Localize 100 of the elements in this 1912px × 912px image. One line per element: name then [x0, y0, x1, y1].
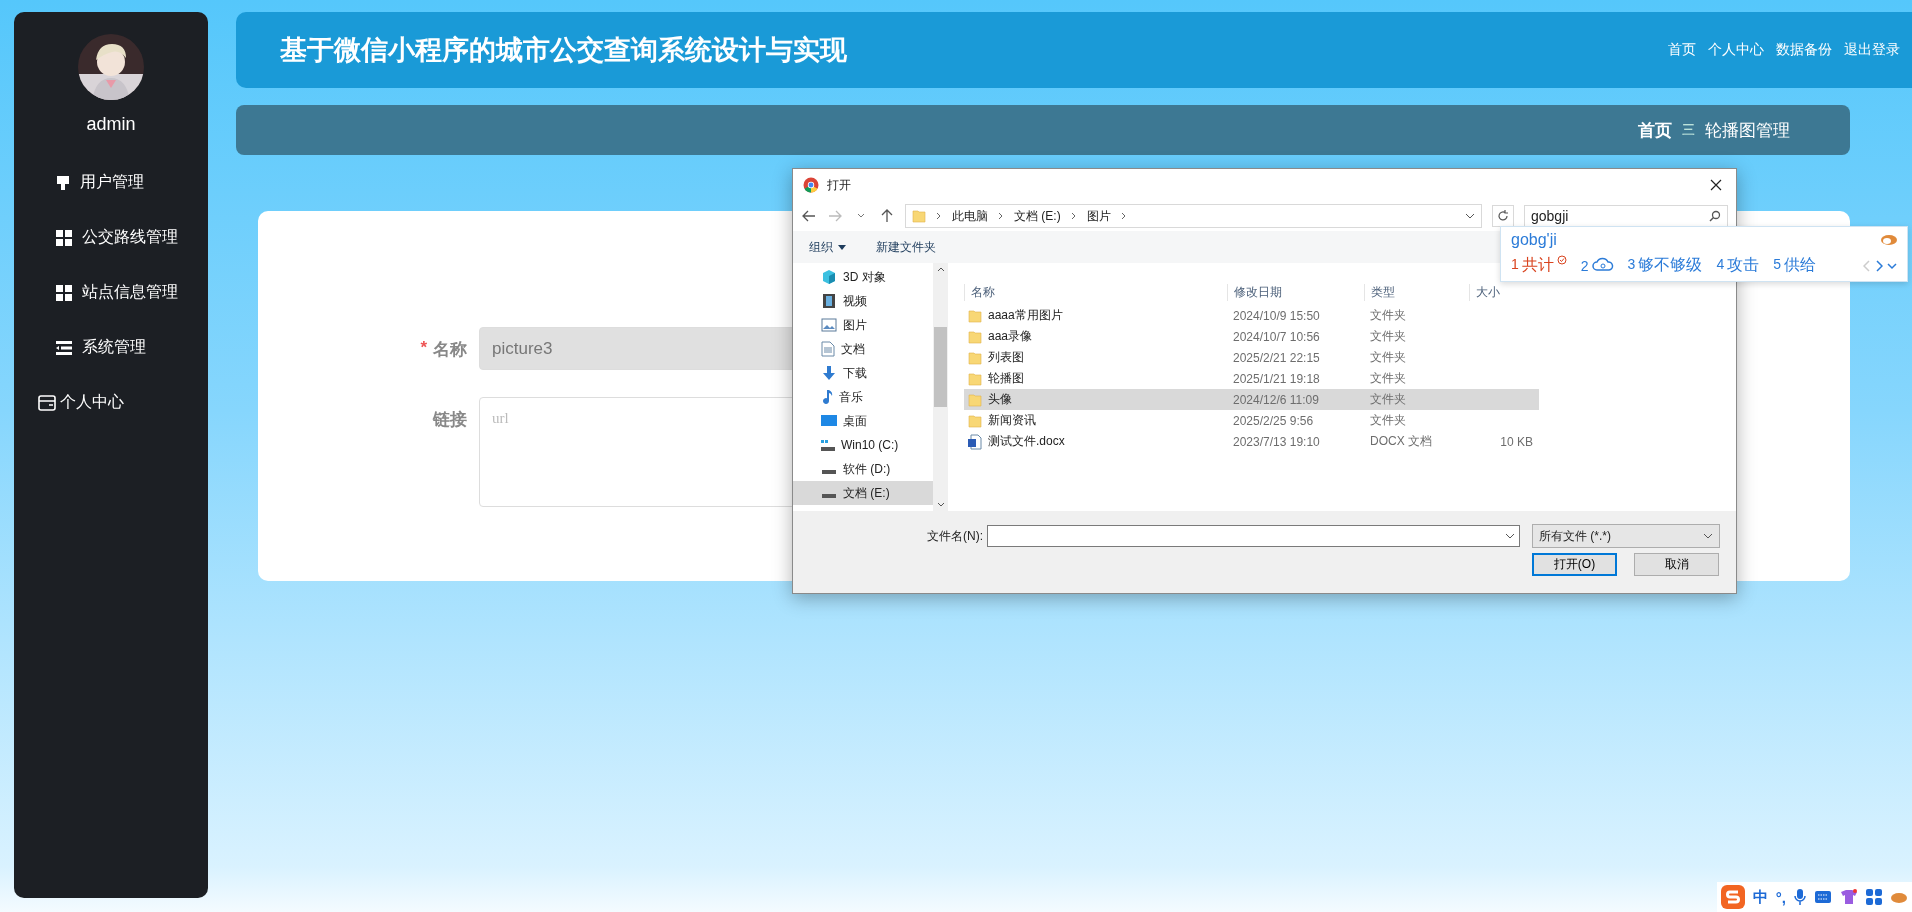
browser-logo-icon	[803, 177, 819, 193]
close-icon	[1710, 179, 1722, 191]
file-row[interactable]: 测试文件.docx 2023/7/13 19:10 DOCX 文档 10 KB	[964, 431, 1539, 452]
file-name: 测试文件.docx	[988, 433, 1065, 450]
menu-item[interactable]: 站点信息管理	[14, 265, 208, 320]
column-header[interactable]: 类型	[1364, 284, 1469, 301]
file-row[interactable]: 新闻资讯 2025/2/25 9:56 文件夹	[964, 410, 1539, 431]
column-header[interactable]: 名称	[964, 284, 1227, 301]
organize-button[interactable]: 组织	[809, 238, 846, 256]
ime-candidate[interactable]: 1 共计	[1511, 255, 1567, 276]
card-icon	[38, 394, 56, 411]
file-name: aaa录像	[988, 328, 1033, 345]
file-type: 文件夹	[1369, 307, 1407, 324]
check-icon	[1556, 255, 1567, 265]
nav-pane-item[interactable]: 3D 对象	[793, 265, 933, 289]
search-icon	[1709, 210, 1721, 222]
scroll-down-icon[interactable]	[936, 502, 945, 507]
required-mark: *	[420, 338, 427, 359]
open-button[interactable]: 打开(O)	[1532, 553, 1617, 576]
file-row[interactable]: 头像 2024/12/6 11:09 文件夹	[964, 389, 1539, 410]
previous-page-icon	[1863, 259, 1871, 272]
file-type: 文件夹	[1369, 370, 1407, 387]
ime-logo-icon	[1720, 885, 1745, 909]
folder-icon	[968, 371, 982, 386]
field-label: 链接	[433, 409, 467, 431]
caret-icon	[857, 213, 865, 219]
dropdown-icon	[1703, 533, 1713, 539]
nav-pane-item[interactable]: 桌面	[793, 409, 933, 433]
nav-pane-item[interactable]: 文档 (E:)	[793, 481, 933, 505]
cloud-icon	[1591, 257, 1614, 271]
ime-candidate[interactable]: 2	[1580, 257, 1614, 274]
path-segment[interactable]: 此电脑	[952, 207, 988, 225]
file-type-select[interactable]: 所有文件 (*.*)	[1532, 524, 1720, 548]
file-row[interactable]: aaa录像 2024/10/7 10:56 文件夹	[964, 326, 1539, 347]
file-row[interactable]: aaaa常用图片 2024/10/9 15:50 文件夹	[964, 305, 1539, 326]
nav-pane-item[interactable]: 文档	[793, 337, 933, 361]
username: admin	[85, 114, 137, 135]
new-folder-button[interactable]: 新建文件夹	[876, 238, 936, 256]
ime-candidate[interactable]: 4 攻击	[1716, 255, 1760, 276]
up-button[interactable]	[879, 208, 895, 224]
file-row[interactable]: 列表图 2025/2/21 22:15 文件夹	[964, 347, 1539, 368]
column-header[interactable]: 修改日期	[1227, 284, 1364, 301]
nav-pane-item[interactable]: 视频	[793, 289, 933, 313]
nav-pane-item[interactable]: 图片	[793, 313, 933, 337]
nav-pane-item[interactable]: 音乐	[793, 385, 933, 409]
chevron-icon	[936, 212, 942, 220]
document-icon	[821, 341, 835, 357]
scroll-up-icon[interactable]	[936, 267, 945, 272]
file-type: 文件夹	[1369, 412, 1407, 429]
folder-icon	[968, 308, 982, 323]
file-type: 文件夹	[1369, 328, 1407, 345]
nav-pane-item[interactable]: 下载	[793, 361, 933, 385]
folder-icon	[968, 413, 982, 428]
list-icon	[56, 340, 72, 355]
caret-icon	[838, 244, 846, 250]
ime-candidate[interactable]: 5 供给	[1773, 255, 1816, 276]
ime-candidate[interactable]: 3 够不够级	[1627, 255, 1703, 276]
menu-item[interactable]: 公交路线管理	[14, 210, 208, 265]
input-mode-toggle[interactable]: 中	[1752, 887, 1768, 907]
file-date: 2023/7/13 19:10	[1232, 434, 1321, 449]
cancel-button[interactable]: 取消	[1634, 553, 1719, 576]
menu-item[interactable]: 用户管理	[14, 155, 208, 210]
file-name: 新闻资讯	[988, 412, 1036, 429]
shirt-icon	[1840, 889, 1858, 905]
drive-icon	[822, 469, 836, 474]
file-row[interactable]: 轮播图 2025/1/21 19:18 文件夹	[964, 368, 1539, 389]
file-name: 列表图	[988, 349, 1024, 366]
file-name: 轮播图	[988, 370, 1024, 387]
nav-pane-item[interactable]: 软件 (D:)	[793, 457, 933, 481]
back-button[interactable]	[801, 208, 817, 224]
dropdown-icon	[1505, 533, 1515, 539]
file-name-label: 文件名(N):	[927, 527, 983, 545]
punctuation-toggle[interactable]: °,	[1775, 888, 1786, 906]
app-title: 基于微信小程序的城市公交查询系统设计与实现	[280, 34, 847, 67]
next-page-icon	[1875, 259, 1883, 272]
drive-icon	[821, 439, 835, 451]
refresh-button[interactable]	[1492, 205, 1514, 227]
word-document-icon	[968, 433, 982, 450]
file-name-field[interactable]	[987, 525, 1520, 547]
path-segment[interactable]: 文档 (E:)	[1014, 207, 1061, 225]
column-header[interactable]: 大小	[1469, 284, 1539, 301]
nav-pane-item[interactable]: Win10 (C:)	[793, 433, 933, 457]
file-type: 文件夹	[1369, 391, 1407, 408]
path-segment[interactable]: 图片	[1086, 207, 1111, 225]
folder-icon	[912, 209, 926, 223]
address-bar[interactable]: 此电脑 文档 (E:) 图片	[905, 204, 1482, 228]
refresh-icon	[1497, 210, 1509, 222]
scrollbar[interactable]	[933, 263, 948, 511]
dropdown-icon	[1465, 213, 1475, 219]
folder-icon	[968, 350, 982, 365]
file-type: DOCX 文档	[1369, 433, 1433, 450]
breadcrumb-link[interactable]: 首页	[1638, 118, 1672, 142]
chevron-icon	[1120, 212, 1127, 220]
menu-item[interactable]: 个人中心	[14, 375, 208, 430]
menu-item[interactable]: 系统管理	[14, 320, 208, 375]
breadcrumb-current: 轮播图管理	[1705, 119, 1790, 142]
film-icon	[821, 293, 837, 309]
download-icon	[821, 365, 837, 381]
folder-icon	[968, 329, 982, 344]
microphone-icon	[1794, 888, 1806, 906]
